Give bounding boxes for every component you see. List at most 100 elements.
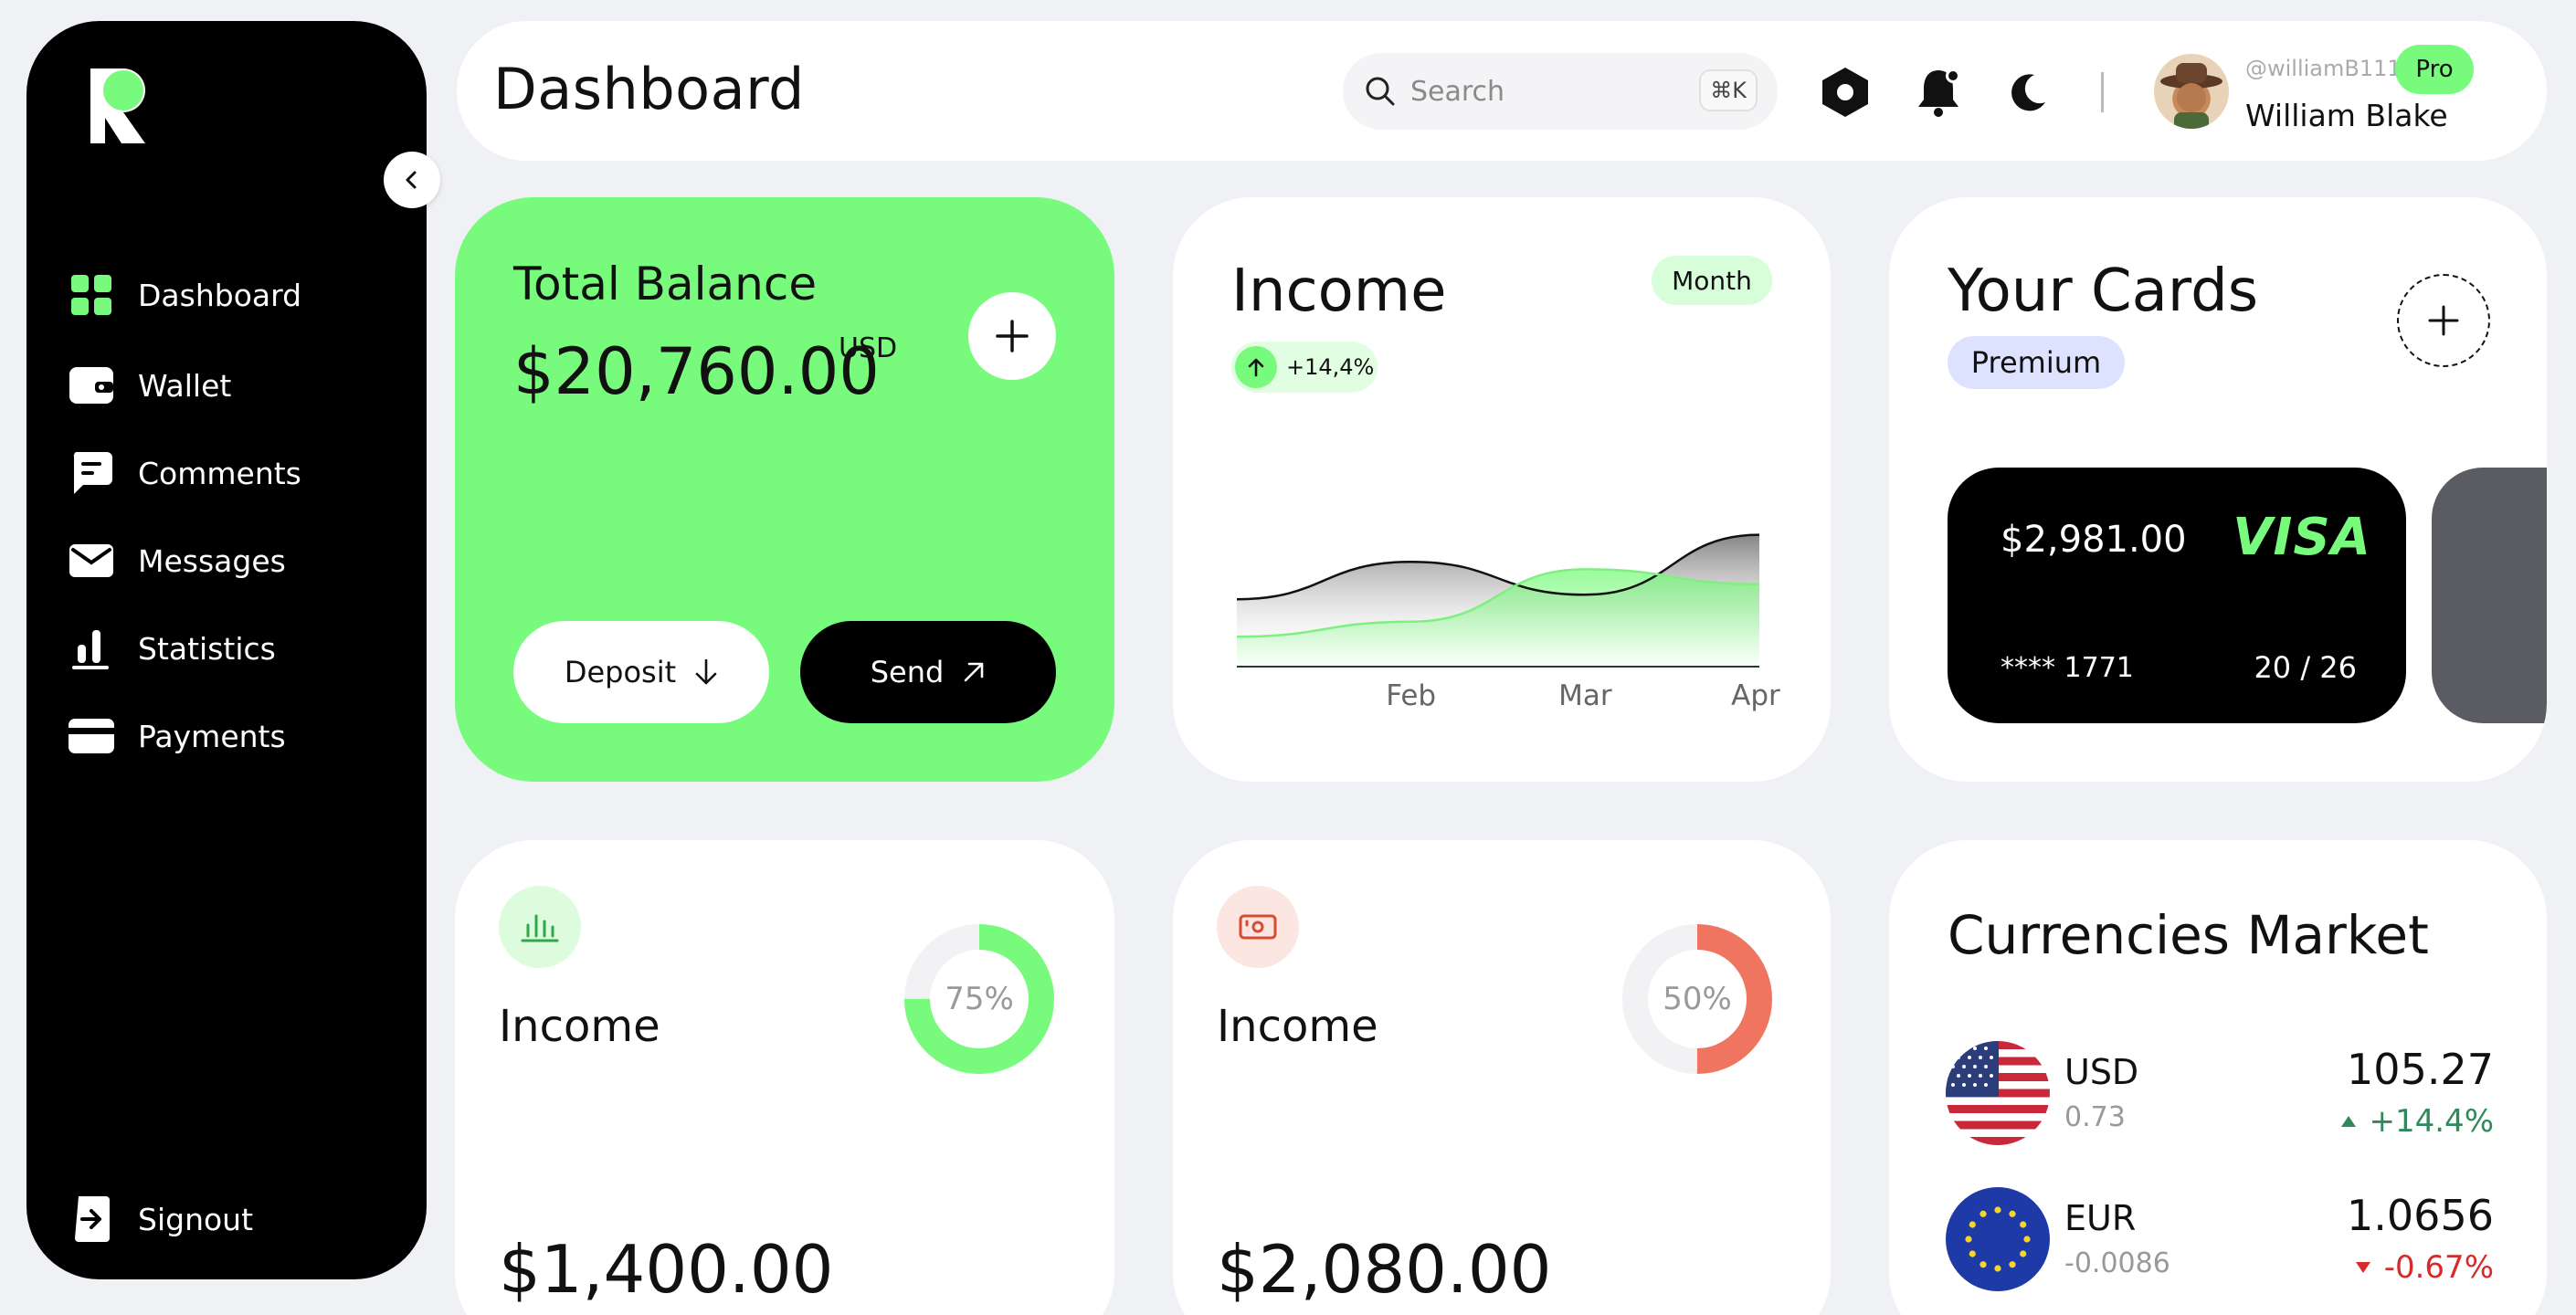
- stat-amount: $2,080.00: [1217, 1231, 1552, 1308]
- card-number: **** 1771: [2001, 652, 2134, 684]
- currency-code: EUR: [2064, 1198, 2137, 1238]
- income-change-value: +14,4%: [1286, 354, 1375, 380]
- stat-title: Income: [1217, 1001, 1378, 1052]
- sidebar-item-label: Statistics: [138, 630, 276, 667]
- sidebar-item-label: Messages: [138, 542, 286, 579]
- currency-change: -0.67%: [2355, 1249, 2494, 1286]
- income-area-chart: Feb Mar Apr: [1236, 533, 1780, 712]
- signout-button[interactable]: Signout: [67, 1192, 253, 1247]
- triangle-up-icon: [2340, 1116, 2356, 1127]
- triangle-down-icon: [2355, 1262, 2370, 1273]
- send-label: Send: [870, 655, 945, 689]
- mail-icon: [67, 536, 116, 585]
- visa-logo: VISA: [2233, 508, 2371, 567]
- plus-icon: [2428, 305, 2459, 336]
- moon-icon: [2011, 74, 2045, 111]
- sidebar-item-messages[interactable]: Messages: [67, 533, 286, 588]
- period-selector[interactable]: Month: [1652, 256, 1772, 305]
- balance-amount: $20,760.00: [513, 334, 880, 409]
- total-balance-card: Total Balance $20,760.00 USD Deposit Sen…: [455, 197, 1114, 782]
- cash-icon: [1239, 914, 1277, 940]
- eu-flag-icon: [1946, 1187, 2050, 1291]
- credit-card-icon: [67, 711, 116, 761]
- sidebar-item-label: Wallet: [138, 367, 232, 404]
- sidebar-item-label: Comments: [138, 455, 301, 491]
- balance-currency: USD: [839, 332, 898, 364]
- income-chart-title: Income: [1231, 258, 1447, 325]
- grid-icon: [67, 270, 116, 320]
- avatar[interactable]: [2154, 54, 2229, 129]
- stat-amount: $1,400.00: [499, 1231, 834, 1308]
- arrow-down-icon: [695, 658, 717, 685]
- notifications-button[interactable]: [1913, 65, 1968, 120]
- card-tier-badge: Premium: [1948, 336, 2125, 389]
- dark-mode-toggle[interactable]: [2001, 65, 2055, 120]
- search-box[interactable]: ⌘K: [1343, 53, 1778, 130]
- chevron-left-icon: [406, 171, 417, 189]
- bell-icon: [1918, 68, 1960, 117]
- header-divider: [2101, 72, 2104, 112]
- bank-card[interactable]: $2,981.00 VISA **** 1771 20 / 26: [1948, 468, 2406, 723]
- signout-label: Signout: [138, 1201, 254, 1237]
- signout-icon: [67, 1194, 116, 1244]
- currency-code: USD: [2064, 1052, 2139, 1092]
- currencies-title: Currencies Market: [1948, 904, 2429, 966]
- top-header: Dashboard ⌘K @williamB1111 William Blake…: [457, 21, 2547, 161]
- sidebar-item-statistics[interactable]: Statistics: [67, 621, 276, 676]
- collapse-sidebar-button[interactable]: [384, 152, 440, 208]
- search-input[interactable]: [1410, 75, 1684, 108]
- stat-icon-wrap: [1217, 886, 1299, 968]
- settings-button[interactable]: [1818, 65, 1873, 120]
- currency-value: 105.27: [2347, 1045, 2494, 1094]
- currency-value: 1.0656: [2347, 1191, 2494, 1240]
- search-icon: [1366, 77, 1395, 106]
- add-balance-button[interactable]: [968, 292, 1056, 380]
- app-logo-icon[interactable]: [87, 67, 147, 145]
- stat-icon-wrap: [499, 886, 581, 968]
- sidebar-item-dashboard[interactable]: Dashboard: [67, 268, 301, 322]
- pro-badge: Pro: [2395, 45, 2474, 94]
- income-chart-card: Income Month +14,4% Feb Mar Apr: [1173, 197, 1831, 782]
- income-stat-card: Income 75% $1,400.00: [455, 840, 1114, 1315]
- balance-title: Total Balance: [513, 258, 818, 310]
- donut-percent: 75%: [945, 981, 1014, 1017]
- page-title: Dashboard: [493, 56, 805, 122]
- user-name: William Blake: [2245, 98, 2448, 133]
- your-cards-card: Your Cards Premium $2,981.00 VISA **** 1…: [1889, 197, 2547, 782]
- bar-chart-icon: [521, 914, 559, 942]
- donut-percent: 50%: [1663, 981, 1732, 1017]
- currency-change-value: +14.4%: [2369, 1103, 2495, 1140]
- wallet-icon: [67, 361, 116, 410]
- arrow-up-right-icon: [964, 662, 984, 682]
- sidebar-item-wallet[interactable]: Wallet: [67, 358, 231, 413]
- income-stat-card-2: Income 50% $2,080.00: [1173, 840, 1831, 1315]
- card-expiry: 20 / 26: [2254, 650, 2357, 685]
- hexagon-settings-icon: [1822, 68, 1868, 117]
- stat-title: Income: [499, 1001, 660, 1052]
- next-bank-card[interactable]: [2432, 468, 2547, 723]
- sidebar-item-comments[interactable]: Comments: [67, 446, 301, 500]
- us-flag-icon: [1946, 1041, 2050, 1145]
- currency-row-eur[interactable]: EUR -0.0086 1.0656 -0.67%: [1946, 1187, 2494, 1293]
- currency-row-usd[interactable]: USD 0.73 105.27 +14.4%: [1946, 1041, 2494, 1147]
- x-tick-label: Feb: [1386, 679, 1436, 712]
- send-button[interactable]: Send: [800, 621, 1056, 723]
- currency-change: +14.4%: [2340, 1103, 2495, 1140]
- sidebar-item-label: Payments: [138, 718, 286, 754]
- deposit-button[interactable]: Deposit: [513, 621, 769, 723]
- currency-change-value: -0.67%: [2383, 1249, 2494, 1286]
- user-handle: @williamB1111: [2245, 56, 2415, 81]
- income-change-badge: +14,4%: [1231, 342, 1378, 393]
- currencies-market-card: Currencies Market USD 0.73 105.27 +14.4%…: [1889, 840, 2547, 1315]
- your-cards-title: Your Cards: [1948, 258, 2259, 325]
- add-card-button[interactable]: [2397, 274, 2490, 367]
- arrow-up-icon: [1235, 346, 1277, 388]
- sidebar: Dashboard Wallet Comments Messages Stati…: [26, 21, 427, 1279]
- comment-icon: [67, 448, 116, 498]
- currency-sub-value: -0.0086: [2064, 1247, 2170, 1279]
- search-shortcut: ⌘K: [1699, 69, 1758, 111]
- sidebar-item-label: Dashboard: [138, 277, 302, 313]
- sidebar-item-payments[interactable]: Payments: [67, 709, 286, 763]
- bar-chart-icon: [67, 624, 116, 673]
- deposit-label: Deposit: [564, 655, 677, 689]
